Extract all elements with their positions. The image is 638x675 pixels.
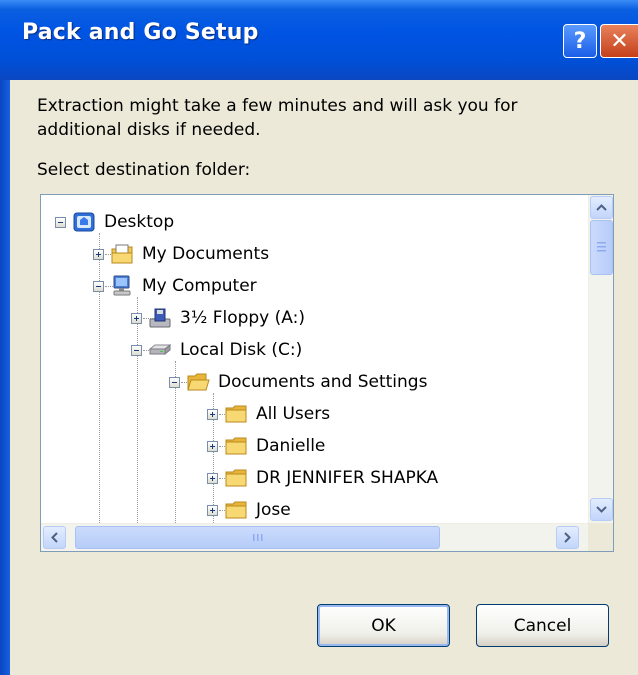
tree-node-jose[interactable]: Jose: [207, 497, 291, 523]
folder-icon: [225, 405, 247, 423]
expand-toggle-icon[interactable]: [131, 312, 142, 324]
tree-node-label: 3½ Floppy (A:): [180, 308, 305, 328]
collapse-toggle-icon[interactable]: [93, 280, 104, 292]
my-computer-icon: [113, 275, 131, 296]
folder-icon: [225, 501, 247, 519]
cancel-button[interactable]: Cancel: [476, 604, 609, 647]
folder-icon: [225, 437, 247, 455]
collapse-toggle-icon[interactable]: [55, 216, 66, 228]
grip-icon: [597, 242, 606, 252]
tree-node-label: Local Disk (C:): [180, 340, 303, 360]
folder-open-icon: [187, 373, 210, 391]
floppy-drive-icon: [149, 308, 171, 328]
tree-node-local-disk-c[interactable]: Local Disk (C:): [131, 337, 302, 363]
chevron-down-icon: [596, 506, 607, 513]
close-button[interactable]: ✕: [600, 24, 638, 58]
scrollbar-corner: [588, 523, 613, 551]
expand-toggle-icon[interactable]: [93, 248, 104, 260]
tree-node-all-users[interactable]: All Users: [207, 401, 330, 427]
vertical-scrollbar[interactable]: [588, 195, 613, 523]
vertical-scroll-thumb[interactable]: [590, 220, 613, 275]
select-folder-label: Select destination folder:: [37, 160, 251, 180]
collapse-toggle-icon[interactable]: [169, 376, 180, 388]
folder-tree-view[interactable]: Desktop My Documents My Computer 3½ Flop…: [40, 194, 614, 552]
tree-node-my-documents[interactable]: My Documents: [93, 241, 269, 267]
expand-toggle-icon[interactable]: [207, 504, 218, 516]
tree-node-label: Documents and Settings: [218, 372, 428, 392]
folder-icon: [225, 469, 247, 487]
tree-node-floppy-a[interactable]: 3½ Floppy (A:): [131, 305, 305, 331]
dialog-title: Pack and Go Setup: [22, 20, 259, 45]
scroll-down-button[interactable]: [590, 498, 613, 521]
help-button[interactable]: ?: [563, 24, 597, 58]
scroll-left-button[interactable]: [43, 526, 66, 549]
help-icon: ?: [573, 28, 587, 54]
expand-toggle-icon[interactable]: [207, 408, 218, 420]
chevron-right-icon: [564, 532, 571, 543]
my-documents-icon: [111, 244, 133, 264]
tree-node-documents-and-settings[interactable]: Documents and Settings: [169, 369, 427, 395]
close-icon: ✕: [610, 28, 629, 54]
tree-node-label: Jose: [256, 500, 291, 520]
chevron-up-icon: [596, 204, 607, 211]
chevron-left-icon: [51, 532, 58, 543]
expand-toggle-icon[interactable]: [207, 472, 218, 484]
pack-and-go-dialog: Pack and Go Setup ? ✕ Extraction might t…: [0, 0, 638, 675]
tree-content: Desktop My Documents My Computer 3½ Flop…: [41, 195, 588, 523]
tree-node-desktop[interactable]: Desktop: [55, 209, 174, 235]
scroll-right-button[interactable]: [556, 526, 579, 549]
tree-node-label: All Users: [256, 404, 331, 424]
hard-disk-icon: [148, 343, 172, 356]
collapse-toggle-icon[interactable]: [131, 344, 142, 356]
title-bar[interactable]: Pack and Go Setup ? ✕: [0, 0, 638, 80]
scroll-up-button[interactable]: [590, 196, 613, 219]
tree-node-label: Desktop: [104, 212, 175, 232]
grip-icon: [252, 534, 262, 541]
extraction-message: Extraction might take a few minutes and …: [37, 96, 518, 140]
tree-node-my-computer[interactable]: My Computer: [93, 273, 257, 299]
ok-button[interactable]: OK: [317, 604, 450, 647]
tree-node-label: Danielle: [256, 436, 326, 456]
tree-node-danielle[interactable]: Danielle: [207, 433, 325, 459]
tree-node-label: My Documents: [142, 244, 270, 264]
tree-node-label: My Computer: [142, 276, 257, 296]
tree-node-dr-jennifer-shapka[interactable]: DR JENNIFER SHAPKA: [207, 465, 438, 491]
tree-node-label: DR JENNIFER SHAPKA: [256, 468, 439, 488]
desktop-icon: [73, 212, 95, 232]
horizontal-scroll-thumb[interactable]: [75, 526, 440, 549]
horizontal-scrollbar[interactable]: [41, 523, 588, 551]
expand-toggle-icon[interactable]: [207, 440, 218, 452]
window-frame-border: [0, 80, 10, 675]
